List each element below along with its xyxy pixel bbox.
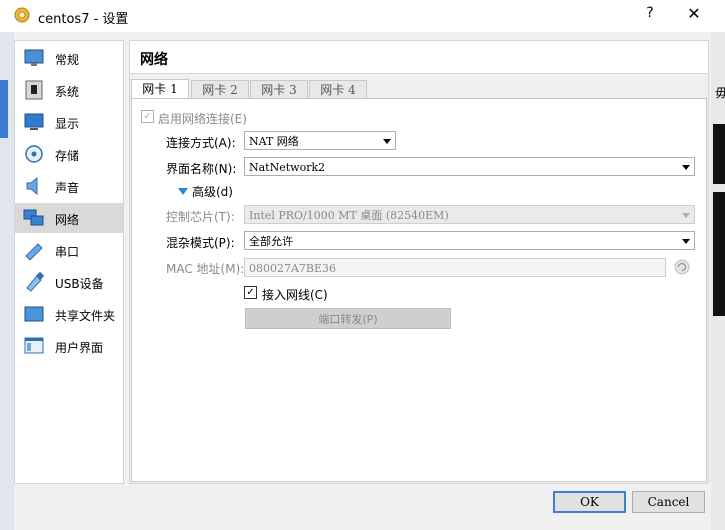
background-window-left [0, 32, 14, 530]
sidebar-item-usb[interactable]: USB设备 [15, 267, 123, 297]
storage-icon [25, 145, 43, 163]
sidebar-item-system[interactable]: 系统 [15, 75, 123, 105]
sidebar-item-audio[interactable]: 声音 [15, 171, 123, 201]
interface-name-select[interactable]: NatNetwork2 [244, 157, 695, 176]
system-icon [25, 80, 43, 100]
attached-to-label: 连接方式(A): [166, 136, 236, 150]
user-interface-icon [24, 337, 44, 354]
sidebar-item-storage[interactable]: 存储 [15, 139, 123, 169]
sidebar-item-general[interactable]: 常规 [15, 43, 123, 73]
cable-connected-label: 接入网线(C) [262, 288, 328, 302]
adapter-type-label: 控制芯片(T): [166, 210, 235, 224]
chevron-down-icon [682, 213, 690, 218]
section-header: 网络 [129, 40, 709, 74]
audio-icon [26, 176, 38, 196]
tab-adapter-1[interactable]: 网卡 1 [131, 79, 189, 100]
port-forwarding-button[interactable]: 端口转发(P) [245, 308, 451, 329]
advanced-expander[interactable]: 高级(d) [178, 183, 233, 200]
attached-to-select[interactable]: NAT 网络 [244, 131, 396, 150]
sidebar-item-serial-port[interactable]: 串口 [15, 235, 123, 265]
adapter-panel [131, 98, 707, 482]
title-bar: centos7 - 设置 ? ✕ [0, 0, 725, 32]
cable-connected-checkbox[interactable]: ✓ [244, 286, 257, 299]
enable-adapter-label: 启用网络连接(E) [158, 112, 247, 126]
tab-adapter-4[interactable]: 网卡 4 [309, 80, 367, 99]
sidebar-item-display[interactable]: 显示 [15, 107, 123, 137]
help-button[interactable]: ? [640, 5, 660, 25]
sidebar-item-shared-folders[interactable]: 共享文件夹 [15, 299, 123, 329]
promiscuous-mode-label: 混杂模式(P): [166, 236, 235, 250]
general-icon [24, 49, 44, 66]
tab-adapter-2[interactable]: 网卡 2 [191, 80, 249, 99]
shared-folder-icon [24, 306, 44, 322]
display-icon [24, 113, 44, 130]
sidebar-item-user-interface[interactable]: 用户界面 [15, 331, 123, 361]
chevron-down-icon [682, 165, 690, 170]
refresh-mac-icon[interactable] [674, 259, 690, 275]
serial-port-icon [25, 243, 43, 260]
chevron-down-icon [383, 139, 391, 144]
close-button[interactable]: ✕ [684, 4, 704, 24]
network-icon [23, 209, 44, 226]
expand-triangle-icon [178, 188, 188, 195]
page-title: 网络 [140, 52, 168, 68]
settings-sidebar: 常规 系统 显示 存储 声音 网络 串口 USB设备 共享文件夹 用户界面 [14, 40, 124, 484]
window-title: centos7 - 设置 [38, 12, 129, 27]
promiscuous-mode-select[interactable]: 全部允许 [244, 231, 695, 250]
tab-adapter-3[interactable]: 网卡 3 [250, 80, 308, 99]
sidebar-item-network[interactable]: 网络 [15, 203, 123, 233]
virtualbox-app-icon [14, 7, 30, 23]
adapter-type-select[interactable]: Intel PRO/1000 MT 桌面 (82540EM) [244, 205, 695, 224]
enable-adapter-checkbox[interactable]: ✓ [141, 110, 154, 123]
chevron-down-icon [682, 239, 690, 244]
interface-name-label: 界面名称(N): [166, 162, 237, 176]
usb-icon [26, 272, 45, 292]
cancel-button[interactable]: Cancel [632, 491, 705, 513]
ok-button[interactable]: OK [553, 491, 626, 513]
background-window-right: 毋 [711, 32, 725, 530]
mac-address-field[interactable]: 080027A7BE36 [244, 258, 666, 277]
mac-address-label: MAC 地址(M): [166, 262, 245, 276]
